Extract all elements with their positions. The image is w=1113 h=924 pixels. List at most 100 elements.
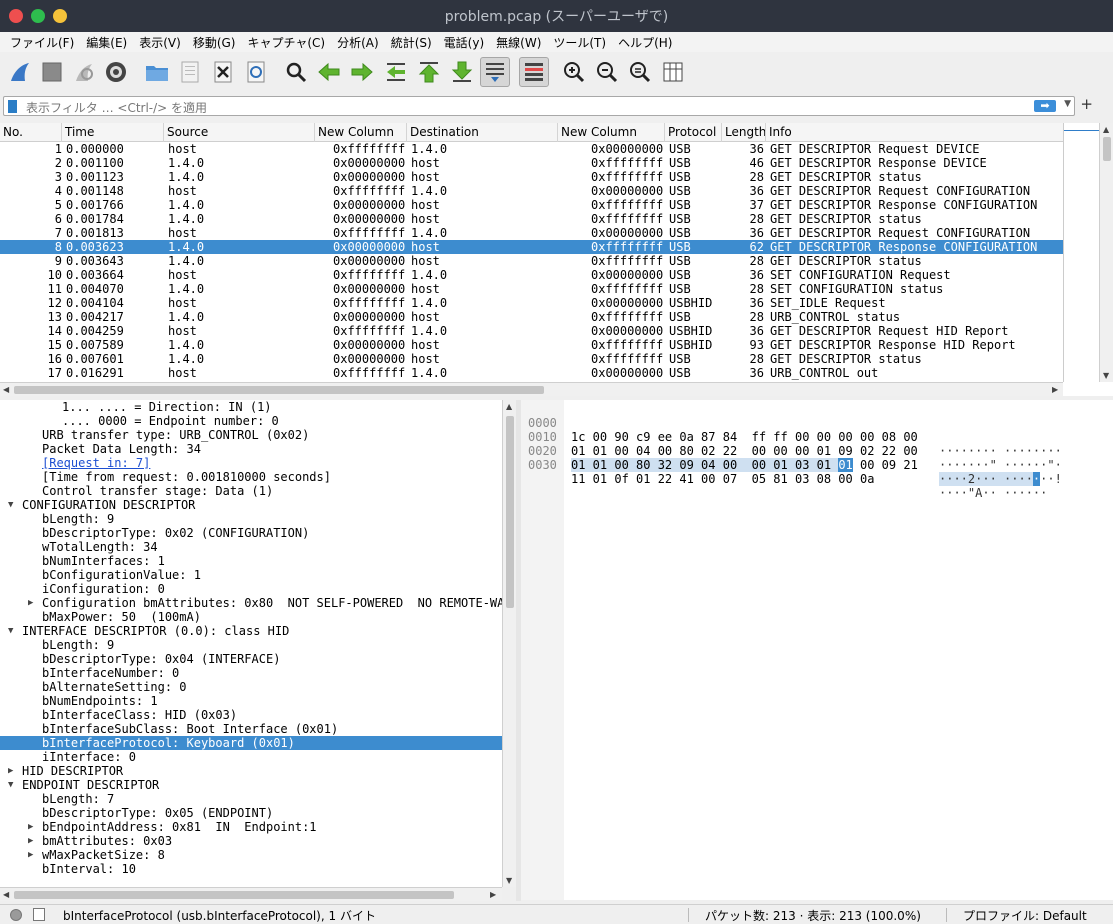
packet-row[interactable]: 9 0.003643 1.4.0 0x00000000 host 0xffffffff US… [0, 254, 1063, 268]
collapsed-chevron-right-icon[interactable]: ▶ [28, 834, 33, 848]
close-window-button[interactable] [9, 9, 23, 23]
details-tree-row[interactable]: ▼ CONFIGURATION DESCRIPTOR [0, 498, 502, 512]
packet-row[interactable]: 13 0.004217 1.4.0 0x00000000 host 0xffffffff U… [0, 310, 1063, 324]
bytes-hex[interactable]: 01 01 00 80 32 09 04 00 00 01 03 01 01 0… [571, 458, 918, 472]
packet-row[interactable]: 11 0.004070 1.4.0 0x00000000 host 0xffffffff U… [0, 282, 1063, 296]
bytes-ascii[interactable]: ·······" ······"· [939, 458, 1062, 472]
start-capture-button[interactable] [6, 58, 34, 86]
details-tree-row[interactable]: bNumInterfaces: 1 [0, 554, 502, 568]
reload-file-button[interactable] [242, 58, 270, 86]
menu-tools[interactable]: ツール(T) [547, 34, 612, 51]
details-tree-row[interactable]: ▶ bmAttributes: 0x03 [0, 834, 502, 848]
details-tree-row[interactable]: bDescriptorType: 0x04 (INTERFACE) [0, 652, 502, 666]
zoom-out-button[interactable] [593, 58, 621, 86]
menu-view[interactable]: 表示(V) [133, 34, 187, 51]
menu-statistics[interactable]: 統計(S) [385, 34, 438, 51]
bytes-row[interactable]: 0030 11 01 0f 01 22 41 00 07 05 81 03 08… [521, 444, 1113, 500]
menu-telephony[interactable]: 電話(y) [438, 34, 490, 51]
menu-wireless[interactable]: 無線(W) [490, 34, 547, 51]
details-link[interactable]: [Request in: 7] [42, 456, 150, 470]
column-header-no[interactable]: No. [0, 123, 62, 142]
collapsed-chevron-right-icon[interactable]: ▶ [28, 596, 33, 610]
details-scroll-right-arrow-icon[interactable]: ▶ [490, 890, 496, 899]
scroll-left-arrow-icon[interactable]: ◀ [3, 385, 9, 394]
expanded-chevron-down-icon[interactable]: ▼ [8, 778, 13, 792]
bytes-ascii[interactable]: ····"A·· ······ [939, 486, 1047, 500]
details-tree-row[interactable]: ▶ bEndpointAddress: 0x81 IN Endpoint:1 [0, 820, 502, 834]
column-header-info[interactable]: Info [766, 123, 1063, 142]
packet-minimap[interactable] [1063, 123, 1100, 382]
go-to-packet-button[interactable] [382, 58, 410, 86]
packet-row[interactable]: 4 0.001148 host 0xffffffff 1.4.0 0x00000000 US… [0, 184, 1063, 198]
details-scroll-up-arrow-icon[interactable]: ▲ [506, 402, 512, 411]
bookmark-icon[interactable] [8, 100, 17, 113]
capture-options-button[interactable] [102, 58, 130, 86]
details-tree-row[interactable]: bLength: 9 [0, 638, 502, 652]
scroll-down-arrow-icon[interactable]: ▼ [1103, 371, 1109, 380]
autoscroll-button[interactable] [480, 57, 510, 87]
add-filter-button[interactable]: + [1080, 95, 1093, 113]
details-tree-row[interactable]: ▶ Configuration bmAttributes: 0x80 NOT SE… [0, 596, 502, 610]
column-header-new-column-2[interactable]: New Column [558, 123, 665, 142]
collapsed-chevron-right-icon[interactable]: ▶ [8, 764, 13, 778]
zoom-in-button[interactable] [560, 58, 588, 86]
packet-row[interactable]: 16 0.007601 1.4.0 0x00000000 host 0xffffffff U… [0, 352, 1063, 366]
bytes-ascii[interactable]: ····2··· ·······! [939, 472, 1062, 486]
column-header-new-column-1[interactable]: New Column [315, 123, 407, 142]
resize-columns-button[interactable] [659, 58, 687, 86]
details-tree-row[interactable]: bDescriptorType: 0x02 (CONFIGURATION) [0, 526, 502, 540]
details-tree-row[interactable]: Control transfer stage: Data (1) [0, 484, 502, 498]
find-packet-button[interactable] [282, 58, 310, 86]
details-tree-row[interactable]: [Request in: 7] [0, 456, 502, 470]
details-scroll-down-arrow-icon[interactable]: ▼ [506, 876, 512, 885]
bytes-row[interactable]: 0020 01 01 00 80 32 09 04 00 00 01 03 01… [521, 430, 1113, 486]
last-packet-button[interactable] [448, 58, 476, 86]
details-tree-row[interactable]: bDescriptorType: 0x05 (ENDPOINT) [0, 806, 502, 820]
details-tree-row[interactable]: iConfiguration: 0 [0, 582, 502, 596]
details-tree-row[interactable]: Packet Data Length: 34 [0, 442, 502, 456]
maximize-window-button[interactable] [31, 9, 45, 23]
details-tree-row[interactable]: bAlternateSetting: 0 [0, 680, 502, 694]
details-tree-row[interactable]: [Time from request: 0.001810000 seconds] [0, 470, 502, 484]
bytes-hex[interactable]: 11 01 0f 01 22 41 00 07 05 81 03 08 00 0… [571, 472, 874, 486]
details-tree-row[interactable]: ▼ INTERFACE DESCRIPTOR (0.0): class HID [0, 624, 502, 638]
details-tree-row[interactable]: bLength: 9 [0, 512, 502, 526]
menu-help[interactable]: ヘルプ(H) [612, 34, 678, 51]
packet-row[interactable]: 10 0.003664 host 0xffffffff 1.4.0 0x00000000 U… [0, 268, 1063, 282]
colorize-button[interactable] [519, 57, 549, 87]
details-tree-row[interactable]: ▶ HID DESCRIPTOR [0, 764, 502, 778]
packet-list-horizontal-scrollbar[interactable]: ◀ ▶ [0, 382, 1063, 396]
go-forward-button[interactable] [348, 58, 376, 86]
column-header-length[interactable]: Length [722, 123, 766, 142]
details-tree-row[interactable]: bInterval: 10 [0, 862, 502, 876]
open-file-button[interactable] [143, 58, 171, 86]
scroll-up-arrow-icon[interactable]: ▲ [1103, 125, 1109, 134]
minimize-window-button[interactable] [53, 9, 67, 23]
details-tree-row[interactable]: bInterfaceNumber: 0 [0, 666, 502, 680]
apply-filter-arrow-icon[interactable]: ➡ [1034, 100, 1056, 112]
expanded-chevron-down-icon[interactable]: ▼ [8, 624, 13, 638]
details-scroll-left-arrow-icon[interactable]: ◀ [3, 890, 9, 899]
display-filter-input[interactable]: 表示フィルタ … <Ctrl-/> を適用 ➡ ▼ [3, 96, 1075, 116]
column-header-source[interactable]: Source [164, 123, 315, 142]
details-tree-row[interactable]: bMaxPower: 50 (100mA) [0, 610, 502, 624]
packet-row[interactable]: 12 0.004104 host 0xffffffff 1.4.0 0x00000000 U… [0, 296, 1063, 310]
save-file-button[interactable] [176, 58, 204, 86]
details-tree-row[interactable]: 1... .... = Direction: IN (1) [0, 400, 502, 414]
details-tree-row[interactable]: bInterfaceProtocol: Keyboard (0x01) [0, 736, 502, 750]
go-back-button[interactable] [315, 58, 343, 86]
details-tree-row[interactable]: wTotalLength: 34 [0, 540, 502, 554]
bytes-row[interactable]: 0010 01 01 00 04 00 80 02 22 00 00 00 01… [521, 416, 1113, 472]
expert-info-icon[interactable] [10, 909, 22, 921]
details-hscroll-thumb[interactable] [14, 891, 454, 899]
stop-capture-button[interactable] [38, 58, 66, 86]
scroll-right-arrow-icon[interactable]: ▶ [1052, 385, 1058, 394]
collapsed-chevron-right-icon[interactable]: ▶ [28, 848, 33, 862]
restart-capture-button[interactable] [70, 58, 98, 86]
packet-row[interactable]: 6 0.001784 1.4.0 0x00000000 host 0xffffffff US… [0, 212, 1063, 226]
menu-analyze[interactable]: 分析(A) [331, 34, 385, 51]
filter-history-chevron-down-icon[interactable]: ▼ [1064, 99, 1071, 109]
packet-row[interactable]: 14 0.004259 host 0xffffffff 1.4.0 0x00000000 U… [0, 324, 1063, 338]
first-packet-button[interactable] [415, 58, 443, 86]
menu-file[interactable]: ファイル(F) [4, 34, 80, 51]
